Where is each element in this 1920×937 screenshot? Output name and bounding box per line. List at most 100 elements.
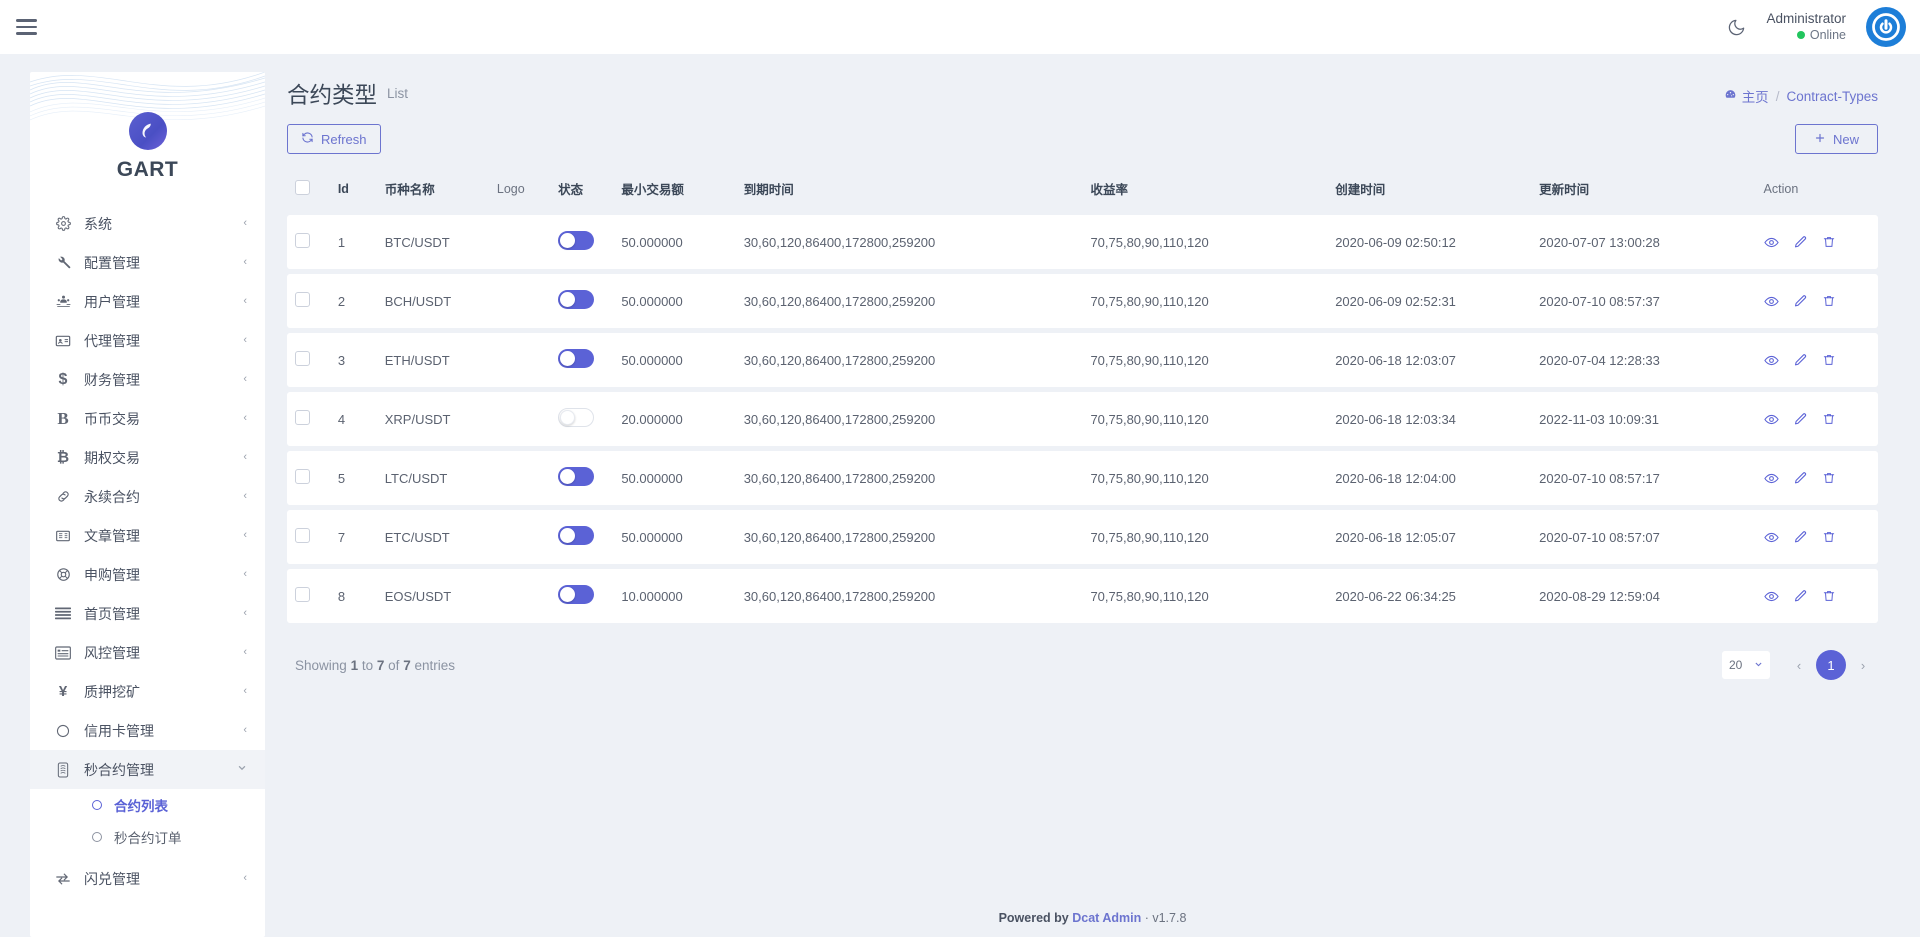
sidebar-item-subscription[interactable]: 申购管理 ‹ (30, 555, 265, 594)
sidebar-item-home-manage[interactable]: 首页管理 ‹ (30, 594, 265, 633)
row-checkbox[interactable] (295, 528, 310, 543)
cell-updated: 2022-11-03 10:09:31 (1539, 411, 1659, 427)
avatar[interactable] (1866, 7, 1906, 47)
prev-page-button[interactable]: ‹ (1784, 650, 1814, 680)
cell-actions (1756, 274, 1878, 328)
sidebar-item-config[interactable]: 配置管理 ‹ (30, 243, 265, 282)
breadcrumb-home-link[interactable]: 主页 (1724, 86, 1769, 106)
page-button-1[interactable]: 1 (1816, 650, 1846, 680)
top-bar: Administrator Online (0, 0, 1920, 54)
sidebar-item-label: 系统 (84, 215, 112, 232)
row-checkbox[interactable] (295, 469, 310, 484)
column-expiry: 到期时间 (743, 183, 794, 197)
row-checkbox[interactable] (295, 587, 310, 602)
chevron-left-icon: ‹ (243, 334, 247, 346)
trash-icon[interactable] (1822, 589, 1836, 603)
row-checkbox[interactable] (295, 410, 310, 425)
status-toggle[interactable] (558, 585, 595, 604)
sidebar-item-staking[interactable]: ¥ 质押挖矿 ‹ (30, 672, 265, 711)
trash-icon[interactable] (1822, 353, 1836, 367)
sidebar-item-second-contract[interactable]: 秒合约管理 (30, 750, 265, 789)
page-credit: Powered by Dcat Admin · v1.7.8 (265, 911, 1920, 925)
trash-icon[interactable] (1822, 530, 1836, 544)
pencil-icon[interactable] (1793, 353, 1808, 368)
moon-icon[interactable] (1727, 18, 1746, 37)
sidebar-item-label: 财务管理 (84, 371, 140, 388)
dcat-admin-link[interactable]: Dcat Admin (1072, 911, 1141, 925)
per-page-select[interactable]: 20 (1722, 651, 1770, 679)
eye-icon[interactable] (1763, 353, 1779, 368)
eye-icon[interactable] (1763, 589, 1779, 604)
sidebar-subitem-contract-orders[interactable]: 秒合约订单 (30, 821, 265, 853)
sidebar-item-flash-exchange[interactable]: 闪兑管理 ‹ (30, 859, 265, 898)
row-checkbox[interactable] (295, 233, 310, 248)
sidebar-item-creditcard[interactable]: 信用卡管理 ‹ (30, 711, 265, 750)
status-toggle[interactable] (558, 290, 595, 309)
cell-created: 2020-06-18 12:03:07 (1335, 352, 1456, 368)
sidebar-item-agent[interactable]: 代理管理 ‹ (30, 321, 265, 360)
breadcrumb: 主页 / Contract-Types (1724, 86, 1878, 106)
cell-status (550, 392, 613, 446)
sidebar-subitem-contract-list[interactable]: 合约列表 (30, 789, 265, 821)
eye-icon[interactable] (1763, 235, 1779, 250)
sidebar: GART 系统 ‹ 配置管理 ‹ 用户管理 ‹ 代理管理 ‹ $ 财务管理 ‹ … (30, 72, 265, 937)
chevron-left-icon: ‹ (243, 490, 247, 502)
refresh-label: Refresh (321, 131, 367, 147)
sidebar-item-riskcontrol[interactable]: 风控管理 ‹ (30, 633, 265, 672)
hamburger-icon[interactable] (16, 12, 46, 42)
status-toggle[interactable] (558, 231, 595, 250)
user-status: Online (1766, 28, 1846, 44)
sidebar-item-finance[interactable]: $ 财务管理 ‹ (30, 360, 265, 399)
status-toggle[interactable] (558, 526, 595, 545)
chevron-left-icon: ‹ (243, 872, 247, 884)
eye-icon[interactable] (1763, 471, 1779, 486)
cell-status (550, 274, 613, 328)
toggle-knob (560, 410, 576, 425)
chevron-left-icon: ‹ (243, 607, 247, 619)
table-head: Id 币种名称 Logo 状态 最小交易额 到期时间 收益率 创建时间 更新时间… (287, 173, 1878, 210)
new-button[interactable]: New (1794, 124, 1878, 154)
trash-icon[interactable] (1822, 235, 1836, 249)
trash-icon[interactable] (1822, 294, 1836, 308)
sidebar-item-perpetual[interactable]: 永续合约 ‹ (30, 477, 265, 516)
pencil-icon[interactable] (1793, 589, 1808, 604)
row-checkbox[interactable] (295, 292, 310, 307)
select-all-checkbox[interactable] (295, 179, 310, 195)
column-min-amount: 最小交易额 (621, 183, 684, 197)
row-checkbox[interactable] (295, 351, 310, 366)
pencil-icon[interactable] (1793, 471, 1808, 486)
sidebar-item-system[interactable]: 系统 ‹ (30, 204, 265, 243)
brand-name: GART (116, 158, 179, 181)
status-toggle[interactable] (558, 408, 595, 427)
trash-icon[interactable] (1822, 471, 1836, 485)
cell-logo (489, 510, 550, 564)
eye-icon[interactable] (1763, 530, 1779, 545)
sidebar-item-option-trade[interactable]: ₿ 期权交易 ‹ (30, 438, 265, 477)
cell-name: XRP/USDT (384, 411, 451, 427)
status-toggle[interactable] (558, 467, 595, 486)
row-select-cell (287, 392, 330, 446)
eye-icon[interactable] (1763, 412, 1779, 427)
status-toggle[interactable] (558, 349, 595, 368)
lifebuoy-icon (52, 567, 74, 582)
brand-logo-icon (128, 112, 167, 150)
sidebar-item-spot-trade[interactable]: B 币币交易 ‹ (30, 399, 265, 438)
next-page-button[interactable]: › (1848, 650, 1878, 680)
user-info[interactable]: Administrator Online (1766, 11, 1846, 44)
breadcrumb-current[interactable]: Contract-Types (1786, 89, 1878, 104)
pencil-icon[interactable] (1793, 235, 1808, 250)
credit-dot: · (1144, 911, 1149, 925)
chevron-left-icon: ‹ (243, 529, 247, 541)
chevron-down-icon (1754, 658, 1763, 672)
pencil-icon[interactable] (1793, 412, 1808, 427)
refresh-button[interactable]: Refresh (287, 124, 381, 154)
pencil-icon[interactable] (1793, 530, 1808, 545)
eye-icon[interactable] (1763, 294, 1779, 309)
sidebar-item-users[interactable]: 用户管理 ‹ (30, 282, 265, 321)
cell-created: 2020-06-18 12:05:07 (1335, 529, 1456, 545)
sidebar-item-article[interactable]: 文章管理 ‹ (30, 516, 265, 555)
pencil-icon[interactable] (1793, 294, 1808, 309)
showing-entries: Showing 1 to 7 of 7 entries (295, 658, 455, 673)
trash-icon[interactable] (1822, 412, 1836, 426)
cell-min-amount: 20.000000 (621, 411, 683, 427)
